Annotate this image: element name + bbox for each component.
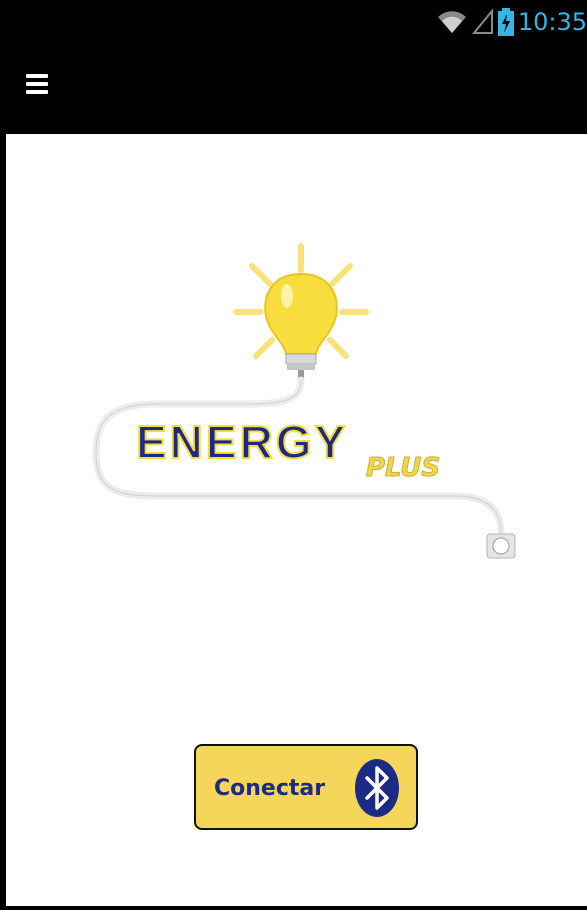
lightbulb-icon <box>264 272 338 378</box>
plug-icon <box>486 533 516 559</box>
status-bar: 10:35 <box>6 0 587 44</box>
signal-icon <box>471 9 493 34</box>
connect-button[interactable]: Conectar <box>194 744 418 830</box>
bluetooth-icon <box>355 759 399 817</box>
wifi-icon <box>437 11 466 33</box>
screen-frame-bottom <box>0 906 587 910</box>
energy-plus-logo: ENERGY PLUS <box>92 243 516 559</box>
logo-subtitle: PLUS <box>366 453 440 483</box>
hamburger-menu-icon[interactable] <box>26 74 48 96</box>
logo-title: ENERGY <box>136 416 348 468</box>
status-icons: 10:35 <box>436 6 587 38</box>
main-content: ENERGY PLUS Conectar <box>6 134 587 906</box>
connect-label: Conectar <box>214 776 326 801</box>
battery-charging-icon <box>497 8 514 36</box>
status-time: 10:35 <box>517 8 587 36</box>
action-bar <box>6 44 587 134</box>
